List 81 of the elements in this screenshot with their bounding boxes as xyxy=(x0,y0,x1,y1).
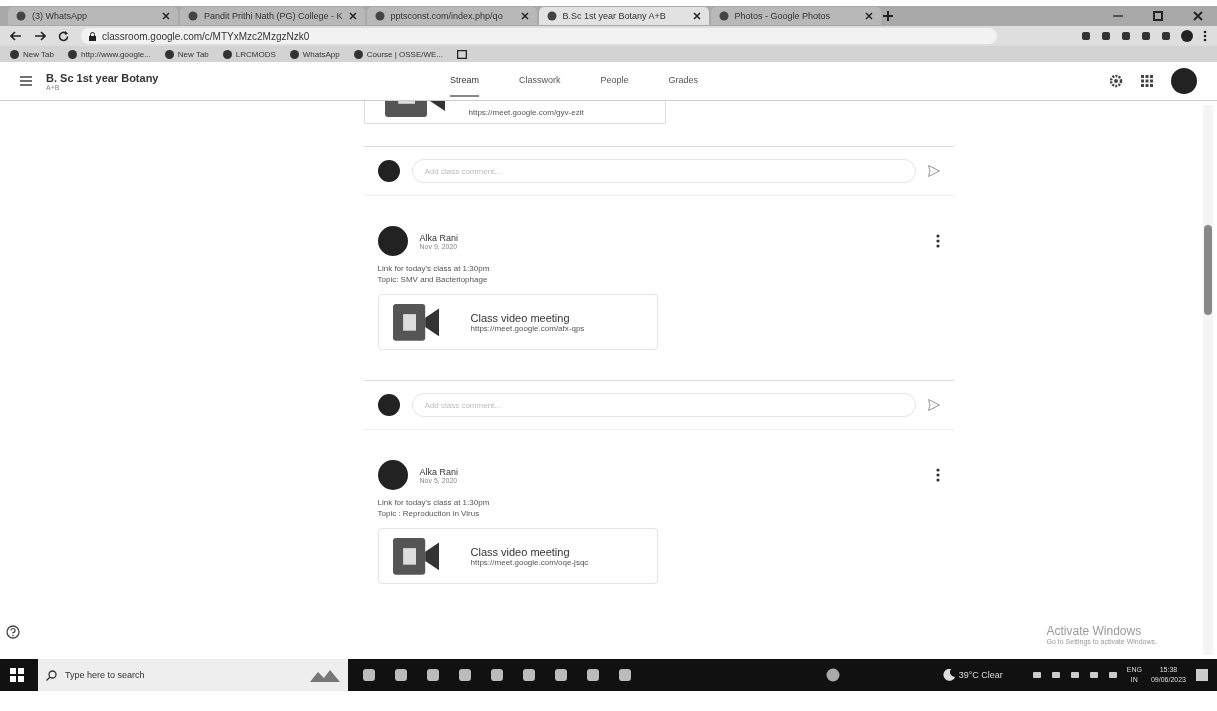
bookmark[interactable]: http://www.google... xyxy=(68,49,151,59)
close-icon[interactable] xyxy=(162,12,170,20)
globe-icon xyxy=(353,49,363,59)
more-icon[interactable] xyxy=(1203,30,1207,42)
globe-icon xyxy=(188,11,198,21)
landscape-icon xyxy=(310,668,340,682)
search-icon xyxy=(46,669,57,681)
video-camera-icon xyxy=(392,537,439,575)
attachment-card[interactable]: Class video meeting https://meet.google.com/afx-qps xyxy=(377,294,658,350)
globe-icon xyxy=(16,11,26,21)
attachment-title: Class video meeting xyxy=(470,545,570,558)
attachment-link: https://meet.google.com/afx-qps xyxy=(470,323,585,333)
author-name: Alka Rani xyxy=(419,232,460,243)
avatar-icon xyxy=(377,460,408,490)
browser-tab[interactable]: pptsconst.com/index.php/qo xyxy=(366,7,537,25)
bookmark[interactable]: WhatsApp xyxy=(289,49,340,59)
nav-tab[interactable]: Stream xyxy=(450,65,479,97)
apps-grid-icon[interactable] xyxy=(1141,75,1153,87)
nav-tab[interactable]: People xyxy=(600,65,629,97)
post-text: Topic : Reproduction in Virus xyxy=(377,509,481,518)
weather-widget[interactable]: 39°C Clear xyxy=(942,669,1003,681)
taskbar-search[interactable]: Type here to search xyxy=(38,659,348,691)
globe-icon xyxy=(10,49,19,59)
nav-tab[interactable]: Grades xyxy=(668,65,699,97)
plus-icon[interactable] xyxy=(882,11,893,21)
scrollbar-thumb[interactable] xyxy=(1204,225,1212,315)
attachment-title: Class video meeting xyxy=(470,311,570,324)
avatar-icon xyxy=(377,160,400,182)
close-icon[interactable] xyxy=(1193,11,1203,21)
avatar-icon[interactable] xyxy=(1181,30,1193,42)
forward-icon[interactable] xyxy=(34,31,46,41)
bookmark[interactable]: Course | OSSE/WE... xyxy=(353,49,444,59)
globe-icon xyxy=(718,11,729,21)
browser-tab[interactable]: Pandit Prithi Nath (PG) College - K xyxy=(180,7,365,25)
author-name: Alka Rani xyxy=(419,466,460,477)
post-text: Topic: SMV and Bacteriophage xyxy=(377,275,489,284)
bookmark[interactable]: LRCMODS xyxy=(222,49,276,59)
help-icon[interactable] xyxy=(6,625,20,639)
moon-icon xyxy=(942,669,955,681)
more-icon[interactable] xyxy=(935,468,940,482)
browser-tab[interactable]: B.Sc 1st year Botany A+B xyxy=(538,7,709,25)
avatar-icon[interactable] xyxy=(1171,68,1197,94)
browser-tab[interactable]: (3) WhatsApp xyxy=(8,7,178,25)
close-icon[interactable] xyxy=(864,12,873,20)
attachment-card[interactable]: Class video meeting https://meet.google.com/oqe-jsqc xyxy=(377,528,658,584)
browser-tab[interactable]: Photos - Google Photos xyxy=(710,7,881,25)
attachment-link: https://meet.google.com/oqe-jsqc xyxy=(470,557,589,567)
globe-icon xyxy=(289,49,299,59)
globe-icon[interactable] xyxy=(826,668,840,682)
globe-icon xyxy=(68,49,77,59)
globe-icon xyxy=(374,11,385,21)
back-icon[interactable] xyxy=(10,31,22,41)
globe-icon xyxy=(164,49,174,59)
menu-icon[interactable] xyxy=(20,76,32,86)
bookmark[interactable]: New Tab xyxy=(10,49,54,59)
close-icon[interactable] xyxy=(348,12,357,20)
scrollbar[interactable] xyxy=(1203,105,1213,655)
close-icon[interactable] xyxy=(520,12,529,20)
close-icon[interactable] xyxy=(692,12,701,20)
bookmark-folder-icon[interactable] xyxy=(457,49,468,59)
windows-start-icon[interactable] xyxy=(10,668,24,682)
video-camera-icon xyxy=(392,303,439,341)
activation-title: Activate Windows xyxy=(1046,624,1143,638)
post-text: Link for today's class at 1:30pm xyxy=(377,264,491,273)
bookmark[interactable]: New Tab xyxy=(164,49,209,59)
reload-icon[interactable] xyxy=(58,30,69,42)
more-icon[interactable] xyxy=(935,234,940,248)
maximize-icon[interactable] xyxy=(1153,11,1163,21)
attachment-card[interactable]: https://meet.google.com/gyv-ezit xyxy=(363,101,666,124)
class-title[interactable]: B. Sc 1st year Botany xyxy=(46,71,159,84)
globe-icon xyxy=(546,11,557,21)
settings-icon[interactable] xyxy=(1109,74,1123,88)
send-icon[interactable] xyxy=(927,399,940,411)
address-bar[interactable]: classroom.google.com/c/MTYxMzc2MzgzNzk0 xyxy=(81,28,997,44)
globe-icon xyxy=(222,49,232,59)
lock-icon xyxy=(89,31,96,41)
post-text: Link for today's class at 1:30pm xyxy=(377,498,491,507)
avatar-icon xyxy=(377,226,408,256)
avatar-icon xyxy=(377,394,400,416)
nav-tab[interactable]: Classwork xyxy=(519,65,561,97)
send-icon[interactable] xyxy=(927,165,940,177)
